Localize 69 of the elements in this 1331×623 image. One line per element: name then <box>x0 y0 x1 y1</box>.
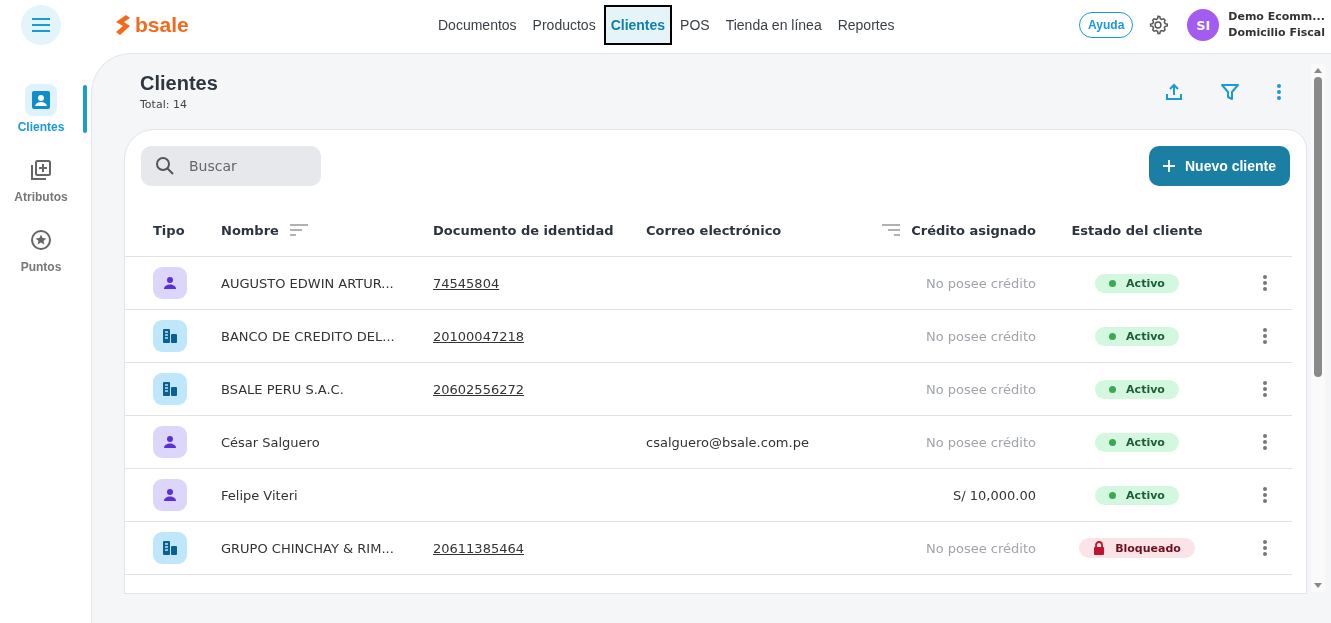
nav-tab[interactable]: Tienda en línea <box>719 11 828 39</box>
client-name: GRUPO CHINCHAY & RIM... <box>221 540 394 556</box>
document-link[interactable]: 74545804 <box>433 275 500 291</box>
nav-tab[interactable]: POS <box>674 11 716 39</box>
client-name: BSALE PERU S.A.C. <box>221 381 344 397</box>
credit-amount: No posee crédito <box>925 328 1036 344</box>
nav-tab[interactable]: Productos <box>526 11 602 39</box>
building-icon <box>153 532 187 564</box>
person-icon <box>153 267 187 299</box>
settings-icon[interactable] <box>1147 14 1170 36</box>
credit-amount: No posee crédito <box>925 381 1036 397</box>
new-client-button[interactable]: Nuevo cliente <box>1148 146 1290 186</box>
column-header: Correo electrónico <box>646 222 782 238</box>
credit-amount: No posee crédito <box>925 434 1036 450</box>
plus-icon <box>1162 160 1175 172</box>
document-link[interactable]: 20602556272 <box>433 381 524 397</box>
row-menu-icon[interactable] <box>1262 433 1268 451</box>
status-badge: Activo <box>1095 273 1179 293</box>
status-badge: Activo <box>1095 379 1179 399</box>
user-avatar[interactable]: SI <box>1187 9 1220 41</box>
menu-icon <box>31 17 51 33</box>
building-icon <box>153 373 187 405</box>
client-name: Felipe Viteri <box>221 487 298 503</box>
add-layers-icon <box>30 159 52 181</box>
person-icon <box>153 479 187 511</box>
client-email: csalguero@bsale.com.pe <box>646 434 809 450</box>
building-icon <box>153 320 187 352</box>
logo-text: bsale <box>135 13 189 37</box>
client-name: BANCO DE CREDITO DEL... <box>221 328 395 344</box>
column-header: Estado del cliente <box>1071 222 1203 238</box>
scrollbar[interactable] <box>1311 64 1325 592</box>
client-name: AUGUSTO EDWIN ARTUR... <box>221 275 394 291</box>
status-badge: Activo <box>1095 432 1179 452</box>
document-link[interactable]: 20100047218 <box>433 328 524 344</box>
search-icon <box>155 156 175 176</box>
credit-amount: No posee crédito <box>925 275 1036 291</box>
page-title: Clientes <box>140 72 218 95</box>
column-header: Documento de identidad <box>433 222 614 238</box>
star-circle-icon <box>30 229 52 251</box>
row-menu-icon[interactable] <box>1262 380 1268 398</box>
sidebar-item[interactable]: Atributos <box>14 154 68 204</box>
person-icon <box>153 426 187 458</box>
column-header: Tipo <box>153 222 185 238</box>
column-header[interactable]: Nombre <box>221 222 279 238</box>
nav-tab[interactable]: Reportes <box>831 11 901 39</box>
document-link[interactable]: 20611385464 <box>433 540 524 556</box>
filter-icon[interactable] <box>1220 82 1240 102</box>
nav-tab[interactable]: Documentos <box>432 11 523 39</box>
user-branch: Domicilio Fiscal <box>1228 25 1325 41</box>
menu-button[interactable] <box>21 5 61 45</box>
user-name: Demo Ecomm... <box>1228 9 1325 25</box>
status-badge: Activo <box>1095 326 1179 346</box>
row-menu-icon[interactable] <box>1262 274 1268 292</box>
row-menu-icon[interactable] <box>1262 327 1268 345</box>
status-badge: Bloqueado <box>1079 538 1195 558</box>
search-field[interactable]: Buscar <box>141 146 321 186</box>
nav-tab[interactable]: Clientes <box>605 7 671 43</box>
credit-amount: No posee crédito <box>925 540 1036 556</box>
sidebar-item[interactable]: Puntos <box>20 224 62 274</box>
row-menu-icon[interactable] <box>1262 539 1268 557</box>
more-options-icon[interactable] <box>1276 83 1282 101</box>
client-name: César Salguero <box>221 434 320 450</box>
upload-icon[interactable] <box>1164 82 1184 102</box>
total-count: Total: 14 <box>140 98 188 111</box>
status-badge: Activo <box>1095 485 1179 505</box>
row-menu-icon[interactable] <box>1262 486 1268 504</box>
credit-amount: S/ 10,000.00 <box>953 487 1036 503</box>
contact-card-icon <box>30 89 52 111</box>
column-header[interactable]: Crédito asignado <box>911 222 1036 238</box>
